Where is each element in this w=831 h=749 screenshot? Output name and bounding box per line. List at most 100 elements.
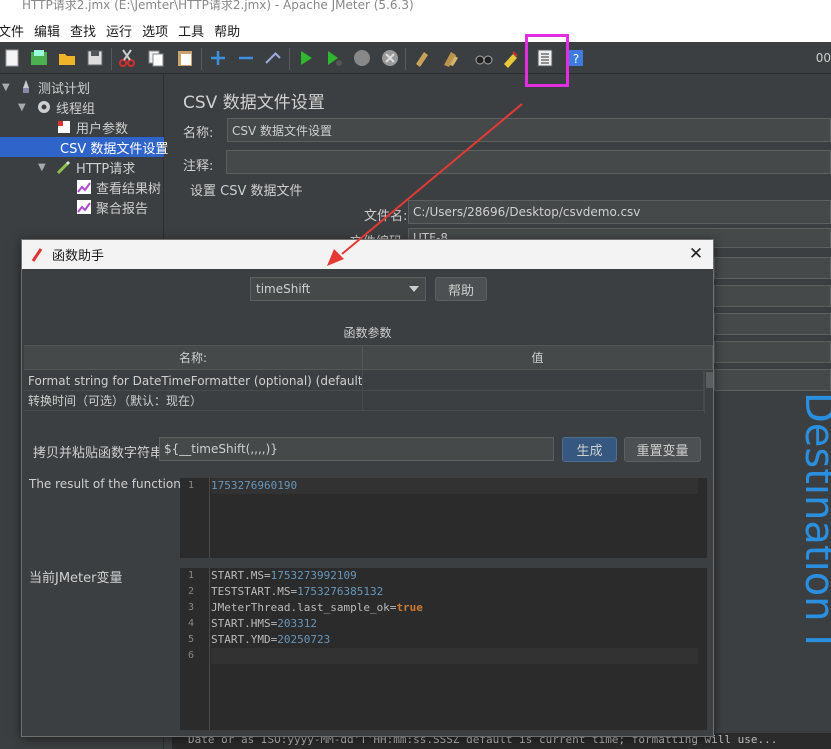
save-icon[interactable] (85, 48, 105, 68)
code-line: TESTSTART.MS=1753276385132 (210, 585, 383, 598)
section-label: 设置 CSV 数据文件 (190, 184, 303, 199)
feather-icon (31, 247, 43, 262)
test-plan-icon (23, 80, 29, 93)
remove-icon[interactable] (236, 48, 256, 68)
menu-options[interactable]: 选项 (142, 21, 176, 40)
clear-all-icon[interactable] (441, 48, 461, 68)
menu-help[interactable]: 帮助 (214, 21, 248, 40)
copy-label: 拷贝并粘贴函数字符串 (33, 446, 164, 461)
toolbar: ? 00 (0, 42, 831, 74)
templates-icon[interactable] (29, 48, 49, 68)
graph-icon (77, 200, 91, 214)
line-number: 1 (188, 570, 195, 581)
help-icon[interactable]: ? (566, 48, 586, 68)
comment-field[interactable] (226, 150, 831, 174)
vars-label: 当前JMeter变量 (29, 571, 123, 586)
tree-item-view-results-tree[interactable]: 查看结果树 (0, 177, 164, 197)
close-icon[interactable]: ✕ (687, 245, 705, 263)
start-no-pauses-icon[interactable] (324, 48, 344, 68)
var-key: TESTSTART.MS= (211, 585, 298, 598)
open-icon[interactable] (57, 48, 77, 68)
clear-icon[interactable] (412, 48, 432, 68)
menu-edit[interactable]: 编辑 (34, 21, 68, 40)
var-value: 1753273992109 (270, 569, 357, 582)
variables-editor[interactable]: 1 2 3 4 5 6 START.MS=1753273992109 TESTS… (180, 568, 707, 730)
params-table: 名称: 值 Format string for DateTimeFormatte… (24, 345, 713, 414)
destination-overlay-text: Destination I (796, 392, 831, 647)
copy-icon[interactable] (146, 48, 166, 68)
background-field (714, 369, 831, 391)
params-title: 函数参数 (343, 326, 392, 340)
var-value: 203312 (277, 617, 317, 630)
result-editor[interactable]: 1 1753276960190 (180, 478, 707, 558)
background-field (714, 341, 831, 363)
tree-item-thread-group[interactable]: ▼ 线程组 (0, 97, 164, 117)
start-icon[interactable] (296, 48, 316, 68)
chevron-down-icon[interactable]: ▼ (38, 162, 50, 173)
chevron-down-icon[interactable]: ▼ (18, 102, 30, 113)
function-select-value: timeShift (256, 282, 311, 296)
menu-tools[interactable]: 工具 (178, 21, 212, 40)
tree-item-aggregate-report[interactable]: 聚合报告 (0, 197, 164, 217)
line-gutter: 1 2 3 4 5 6 (180, 568, 210, 730)
chevron-down-icon[interactable] (409, 286, 419, 292)
column-header-name[interactable]: 名称: (24, 346, 363, 370)
var-value: true (396, 601, 423, 614)
active-threads-count: 00 (815, 51, 831, 65)
new-icon[interactable] (2, 48, 22, 68)
scrollbar-thumb[interactable] (706, 372, 713, 388)
background-field (714, 313, 831, 335)
background-field (714, 285, 831, 307)
comment-label: 注释: (183, 159, 214, 174)
menu-bar: 文件 编辑 查找 运行 选项 工具 帮助 (0, 18, 831, 42)
filename-field[interactable]: C:/Users/28696/Desktop/csvdemo.csv (408, 200, 831, 224)
tree-item-http-request[interactable]: ▼ HTTP请求 (0, 157, 164, 177)
tree-item-label: 聚合报告 (96, 201, 149, 217)
background-field (714, 257, 831, 279)
paste-icon[interactable] (175, 48, 195, 68)
function-select[interactable]: timeShift (250, 277, 426, 301)
user-params-icon (58, 121, 70, 133)
chevron-down-icon[interactable]: ▼ (2, 82, 14, 93)
tree-item-test-plan[interactable]: ▼ 测试计划 (0, 77, 164, 97)
cut-icon[interactable] (117, 48, 137, 68)
dialog-title-bar: 函数助手 ✕ (22, 240, 713, 269)
param-value-cell[interactable] (363, 371, 704, 391)
table-scrollbar[interactable] (704, 371, 713, 414)
param-name-cell[interactable]: Format string for DateTimeFormatter (opt… (24, 371, 363, 391)
var-value: 1753276385132 (297, 585, 384, 598)
shutdown-icon[interactable] (380, 48, 400, 68)
function-string-field[interactable]: ${__timeShift(,,,,)} (159, 437, 554, 461)
menu-search[interactable]: 查找 (70, 21, 104, 40)
result-value: 1753276960190 (211, 479, 298, 492)
line-number: 5 (188, 634, 195, 645)
toggle-icon[interactable] (263, 48, 283, 68)
stop-icon[interactable] (352, 48, 372, 68)
help-button[interactable]: 帮助 (435, 277, 487, 301)
function-helper-dialog: 函数助手 ✕ timeShift 帮助 函数参数 名称: 值 Format st… (21, 239, 714, 737)
tree-item-label: 测试计划 (38, 81, 91, 97)
param-name-cell[interactable]: 转换时间（可选）（默认：现在） (24, 391, 363, 411)
name-field[interactable]: CSV 数据文件设置 (227, 118, 831, 142)
tree-item-csv-data-set[interactable]: CSV 数据文件设置 (0, 137, 168, 157)
menu-file[interactable]: 文件 (0, 21, 32, 40)
var-key: START.HMS= (211, 617, 278, 630)
reset-search-icon[interactable] (501, 48, 521, 68)
add-icon[interactable] (208, 48, 228, 68)
gear-icon (38, 101, 50, 113)
param-value-cell[interactable] (363, 391, 704, 411)
line-number: 4 (188, 618, 195, 629)
search-icon[interactable] (474, 48, 494, 68)
svg-text:?: ? (573, 52, 579, 66)
page-title: CSV 数据文件设置 (183, 93, 325, 113)
var-key: START.MS= (211, 569, 271, 582)
tree-item-user-params[interactable]: 用户参数 (0, 117, 164, 137)
highlight-box (525, 34, 569, 87)
column-header-value[interactable]: 值 (363, 346, 713, 370)
filename-label: 文件名: (364, 209, 408, 224)
tree-item-label: 查看结果树 (96, 181, 162, 197)
reset-variables-button[interactable]: 重置变量 (624, 437, 701, 462)
generate-button[interactable]: 生成 (562, 437, 617, 462)
menu-run[interactable]: 运行 (106, 21, 140, 40)
window-title-bar: HTTP请求2.jmx (E:\Jemter\HTTP请求2.jmx) - Ap… (0, 0, 831, 18)
